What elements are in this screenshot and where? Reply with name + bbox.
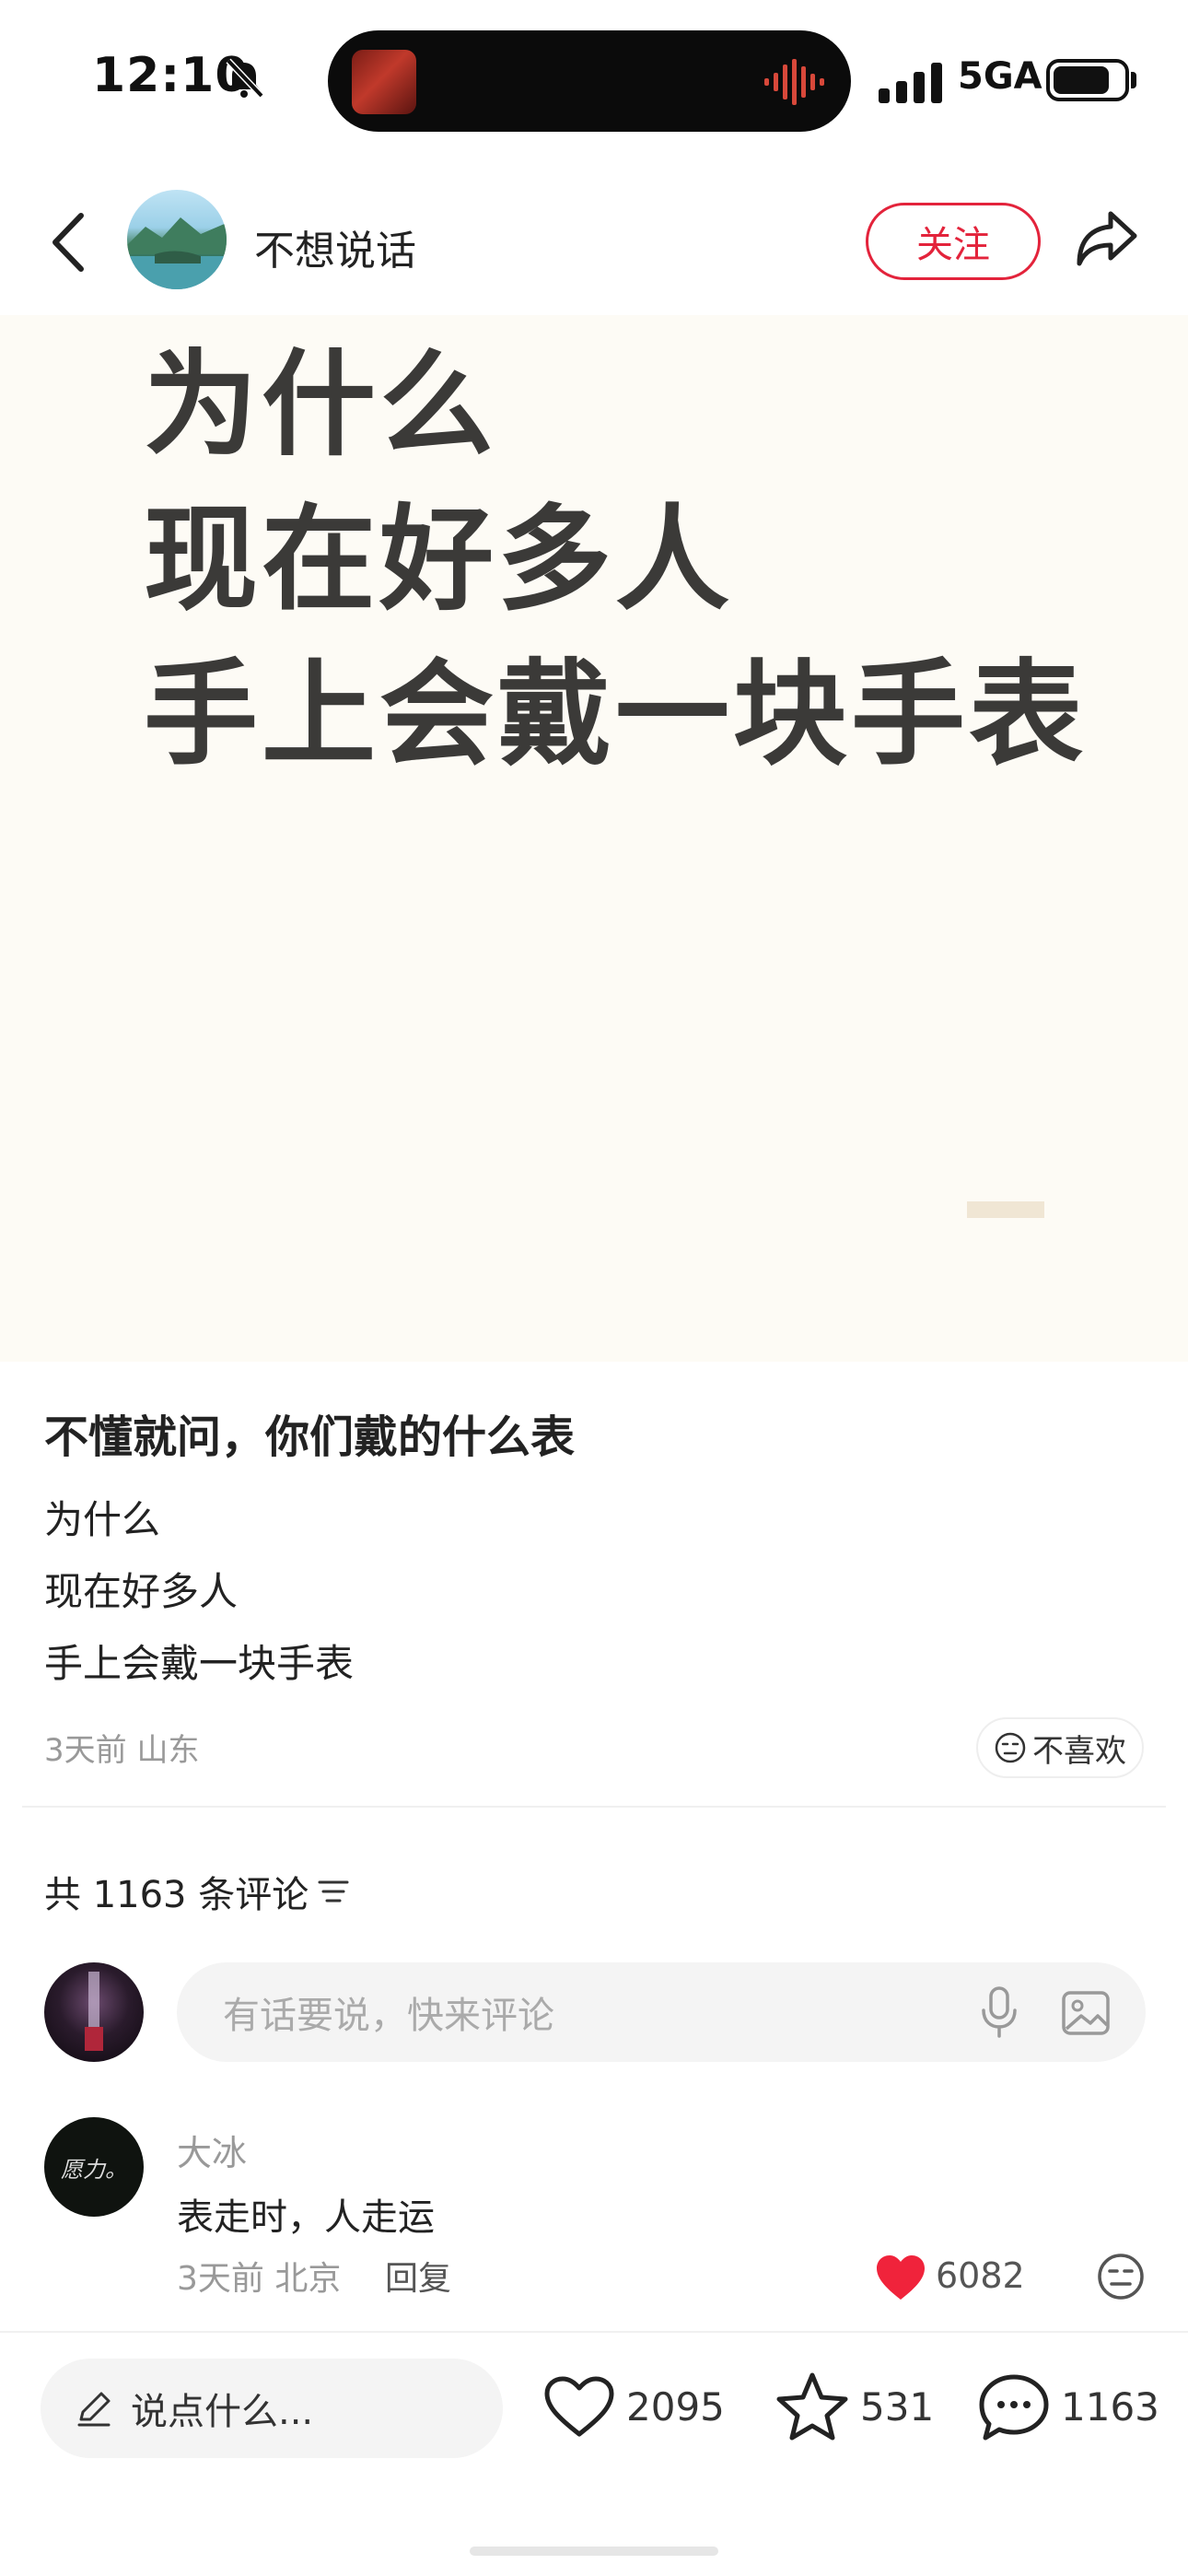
pencil-icon (77, 2392, 111, 2427)
like-count: 2095 (626, 2384, 725, 2430)
note-title: 不懂就问，你们戴的什么表 (44, 1411, 576, 1463)
note-body-line-2: 现在好多人 (44, 1569, 239, 1614)
comment-count-label: 共 1163 条评论 (44, 1874, 309, 1916)
image-upload-icon[interactable] (1061, 1990, 1111, 2036)
battery-tip (1131, 72, 1136, 88)
comment-count: 1163 (1061, 2384, 1159, 2430)
comment-reply-button[interactable]: 回复 (385, 2252, 451, 2300)
say-placeholder: 说点什么... (131, 2391, 314, 2433)
section-divider (22, 1806, 1166, 1808)
note-body-line-1: 为什么 (44, 1497, 161, 1542)
back-button[interactable] (46, 210, 92, 275)
cellular-signal-icon (879, 63, 942, 103)
comment-meta: 3天前 北京 (177, 2260, 342, 2298)
neutral-face-icon (995, 1732, 1026, 1763)
commenter-avatar[interactable]: 愿力。 (44, 2117, 144, 2217)
emoji-reaction-icon[interactable] (1096, 2252, 1146, 2301)
bell-muted-icon (226, 58, 264, 99)
audio-wave-icon (764, 59, 824, 105)
battery-icon (1046, 59, 1129, 101)
collect-star-icon[interactable] (775, 2371, 849, 2441)
collect-count: 531 (860, 2384, 935, 2430)
cover-line-1: 为什么 (144, 339, 498, 472)
sort-icon (318, 1880, 349, 1903)
note-body-line-3: 手上会戴一块手表 (44, 1641, 355, 1686)
cover-decoration (967, 1201, 1044, 1218)
microphone-icon[interactable] (976, 1986, 1022, 2038)
comment-text: 表走时，人走运 (177, 2196, 435, 2239)
home-indicator[interactable] (470, 2547, 718, 2556)
like-heart-icon[interactable] (543, 2375, 615, 2440)
network-type: 5GA (958, 55, 1042, 98)
bottom-bar-divider (0, 2331, 1188, 2333)
author-avatar[interactable] (127, 190, 227, 289)
follow-button[interactable]: 关注 (866, 203, 1041, 280)
dislike-button[interactable]: 不喜欢 (976, 1717, 1144, 1778)
my-avatar (44, 1962, 144, 2062)
cover-line-2: 现在好多人 (144, 494, 734, 626)
comment-count-sort[interactable]: 共 1163 条评论 (44, 1865, 349, 1918)
comment-like-count: 6082 (936, 2255, 1025, 2296)
heart-filled-icon[interactable] (875, 2254, 926, 2301)
dislike-label: 不喜欢 (1032, 1732, 1126, 1770)
now-playing-artwork (352, 50, 416, 114)
author-name[interactable]: 不想说话 (254, 217, 416, 276)
note-meta: 3天前 山东 (44, 1732, 200, 1769)
cover-line-3: 手上会戴一块手表 (144, 649, 1088, 781)
say-something-input[interactable]: 说点什么... (41, 2359, 503, 2458)
comment-bubble-icon[interactable] (978, 2373, 1050, 2441)
commenter-name[interactable]: 大冰 (177, 2125, 247, 2175)
share-button[interactable] (1074, 206, 1140, 271)
